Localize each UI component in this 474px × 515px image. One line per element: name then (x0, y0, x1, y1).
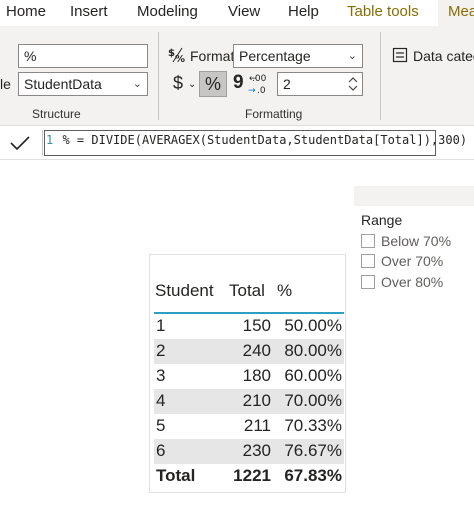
measure-name-field[interactable]: % (18, 44, 148, 68)
format-dropdown[interactable]: Percentage ⌄ (233, 44, 363, 68)
slicer-header-band (354, 186, 474, 206)
total-percent: 67.83% (284, 466, 342, 485)
chevron-down-icon: ⌄ (347, 50, 357, 62)
formula-bar: 1 % = DIVIDE(AVERAGEX(StudentData,Studen… (0, 126, 474, 160)
home-table-label: le (0, 76, 11, 92)
cell-student: 3 (156, 366, 166, 385)
cell-student: 6 (156, 441, 166, 460)
decimal-places-value: 2 (283, 76, 291, 92)
slicer-option-label: Below 70% (381, 233, 452, 249)
tab-view[interactable]: View (228, 0, 260, 26)
checkbox[interactable] (361, 234, 375, 248)
tab-help[interactable]: Help (288, 0, 319, 26)
home-table-value: StudentData (24, 76, 102, 92)
tab-insert[interactable]: Insert (70, 0, 108, 26)
tab-modeling[interactable]: Modeling (137, 0, 198, 26)
column-header-total[interactable]: Total (229, 281, 265, 301)
report-canvas: Range Below 70% Over 70% Over 80% Studen… (0, 160, 474, 515)
slicer-option-label: Over 80% (381, 274, 444, 290)
svg-text:←: ← (249, 74, 257, 84)
ribbon-divider (380, 32, 381, 120)
svg-text:.0: .0 (257, 86, 266, 96)
table-row: 1 150 50.00% (154, 314, 344, 339)
cell-percent: 70.33% (284, 416, 342, 435)
column-header-percent[interactable]: % (277, 281, 292, 301)
formatting-group-label: Formatting (245, 107, 303, 121)
ribbon: % le StudentData ⌄ Structure $ % Format … (0, 26, 474, 126)
cell-student: 1 (156, 316, 166, 335)
cell-total: 210 (242, 391, 271, 410)
checkbox[interactable] (361, 275, 375, 289)
total-value: 1221 (233, 466, 271, 485)
percent-button[interactable]: % (199, 71, 227, 97)
cell-student: 4 (156, 391, 166, 410)
decimal-adjust-icon[interactable]: .00 ← → .0 (248, 72, 270, 96)
svg-text:→: → (248, 86, 256, 96)
column-header-student[interactable]: Student (155, 281, 214, 301)
table-row: 5 211 70.33% (154, 414, 344, 439)
svg-text:$: $ (168, 48, 175, 59)
ribbon-tab-bar: Home Insert Modeling View Help Table too… (0, 0, 474, 26)
cell-total: 211 (243, 416, 271, 435)
cell-percent: 60.00% (284, 366, 342, 385)
tab-home[interactable]: Home (6, 0, 46, 26)
ribbon-divider (158, 32, 159, 120)
cell-percent: 76.67% (284, 441, 342, 460)
checkbox[interactable] (361, 254, 375, 268)
cell-student: 5 (156, 416, 166, 435)
slicer-title: Range (361, 212, 403, 228)
table-visual[interactable]: Student Total % 1 150 50.00% 2 240 80.00… (149, 254, 346, 493)
format-label: Format (190, 48, 235, 64)
formula-bar-divider (42, 130, 43, 156)
format-icon: $ % (168, 47, 185, 64)
decimal-places-field[interactable]: 2 (277, 72, 363, 96)
table-row: 2 240 80.00% (154, 339, 344, 364)
chevron-down-icon[interactable]: ⌄ (188, 79, 196, 90)
tab-table-tools[interactable]: Table tools (347, 0, 419, 26)
slicer-option-label: Over 70% (381, 253, 444, 269)
spinner-icon[interactable] (348, 74, 358, 94)
structure-group-label: Structure (32, 107, 81, 121)
formula-line: 1 % = DIVIDE(AVERAGEX(StudentData,Studen… (46, 133, 467, 147)
tab-measure-tools[interactable]: Mea (438, 0, 474, 26)
cell-percent: 70.00% (284, 391, 342, 410)
cell-student: 2 (156, 341, 166, 360)
currency-button[interactable]: $ (173, 73, 183, 94)
commit-check-icon[interactable] (9, 134, 31, 152)
formula-text: % = DIVIDE(AVERAGEX(StudentData,StudentD… (62, 133, 468, 147)
table-row: 4 210 70.00% (154, 389, 344, 414)
table-row: 6 230 76.67% (154, 439, 344, 464)
total-label: Total (156, 466, 196, 485)
table-row: 3 180 60.00% (154, 364, 344, 389)
cell-percent: 50.00% (284, 316, 342, 335)
cell-total: 240 (242, 341, 271, 360)
format-value: Percentage (239, 48, 311, 64)
cell-total: 180 (242, 366, 271, 385)
data-category-icon (392, 47, 408, 63)
cell-total: 150 (242, 316, 271, 335)
table-total-row: Total 1221 67.83% (154, 464, 344, 489)
svg-text:%: % (175, 54, 185, 64)
comma-style-button[interactable]: 9 (233, 72, 244, 94)
data-category-dropdown[interactable]: Data catego (413, 48, 474, 64)
cell-total: 230 (242, 441, 271, 460)
home-table-dropdown[interactable]: StudentData ⌄ (18, 72, 148, 96)
cell-percent: 80.00% (284, 341, 342, 360)
chevron-down-icon: ⌄ (132, 78, 142, 90)
formula-line-number: 1 (46, 133, 54, 147)
